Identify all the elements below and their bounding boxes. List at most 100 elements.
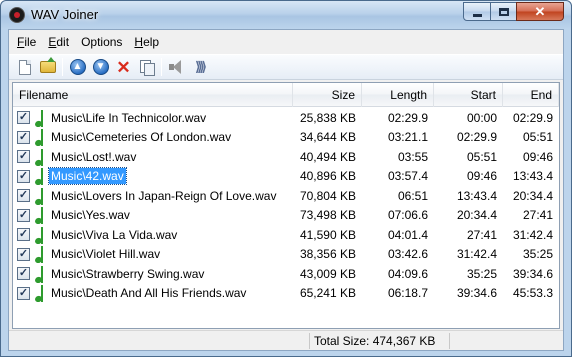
column-header-end[interactable]: End [503, 83, 559, 107]
column-header-start[interactable]: Start [434, 83, 503, 107]
music-note-icon [33, 187, 47, 205]
music-note-icon [33, 226, 47, 244]
delete-icon: ✕ [116, 57, 131, 77]
table-row[interactable]: Music\Death And All His Friends.wav 65,24… [13, 284, 559, 304]
length-cell: 03:42.6 [387, 247, 428, 262]
table-row[interactable]: Music\Yes.wav 73,498 KB 07:06.6 20:34.4 27:4… [13, 206, 559, 226]
row-checkbox[interactable] [17, 228, 30, 242]
music-note-icon [33, 167, 47, 186]
end-cell: 45:53.3 [512, 286, 553, 301]
app-logo-icon[interactable] [9, 7, 25, 23]
join-icon: ⟫⟫ [195, 59, 207, 74]
filename-cell: Music\Death And All His Friends.wav [13, 284, 293, 303]
size-cell: 38,356 KB [299, 247, 356, 262]
filename-cell: Music\Lovers In Japan-Reign Of Love.wav [13, 187, 293, 205]
filename-cell: Music\Viva La Vida.wav [13, 226, 293, 244]
filename-cell: Music\42.wav [13, 167, 293, 186]
row-checkbox[interactable] [17, 267, 30, 281]
music-note-icon [33, 109, 47, 127]
filename-text: Music\Cemeteries Of London.wav [51, 130, 232, 145]
size-cell: 73,498 KB [299, 208, 356, 223]
list-header: Filename Size Length Start End [13, 83, 559, 107]
filename-cell: Music\Violet Hill.wav [13, 245, 293, 264]
status-pane-right [449, 332, 559, 349]
menu-help[interactable]: Help [128, 32, 165, 52]
maximize-button[interactable] [490, 2, 517, 21]
size-cell: 41,590 KB [299, 227, 356, 242]
filename-text: Music\Strawberry Swing.wav [51, 266, 205, 281]
start-cell: 20:34.4 [456, 208, 497, 223]
start-cell: 31:42.4 [456, 247, 497, 262]
row-checkbox[interactable] [17, 286, 30, 300]
column-header-filename[interactable]: Filename [13, 83, 293, 107]
end-cell: 27:41 [522, 208, 553, 223]
table-row[interactable]: Music\Violet Hill.wav 38,356 KB 03:42.6 31:… [13, 245, 559, 265]
window-title: WAV Joiner [31, 7, 99, 22]
menu-file-label: ile [24, 35, 37, 49]
client-area: File Edit Options Help ▲ ▼ ✕ ⟫⟫ Filename… [8, 29, 564, 351]
end-cell: 35:25 [522, 247, 553, 262]
new-button[interactable] [13, 56, 36, 78]
start-cell: 09:46 [466, 169, 497, 184]
menu-file[interactable]: File [11, 32, 42, 52]
row-checkbox[interactable] [17, 247, 30, 261]
column-header-size[interactable]: Size [293, 83, 362, 107]
table-row[interactable]: Music\Cemeteries Of London.wav 34,644 KB 0… [13, 128, 559, 148]
table-row[interactable]: Music\42.wav 40,896 KB 03:57.4 09:46 13:43.4 [13, 167, 559, 187]
start-cell: 13:43.4 [456, 188, 497, 203]
column-header-length[interactable]: Length [362, 83, 434, 107]
delete-button[interactable]: ✕ [112, 56, 135, 78]
size-cell: 40,896 KB [299, 169, 356, 184]
total-size-status: Total Size: 474,367 KB [309, 332, 449, 349]
size-cell: 40,494 KB [299, 149, 356, 164]
menu-help-label: elp [143, 35, 160, 49]
size-cell: 34,644 KB [299, 130, 356, 145]
row-checkbox[interactable] [17, 111, 30, 125]
length-cell: 07:06.6 [387, 208, 428, 223]
title-bar[interactable]: WAV Joiner ✕ [1, 1, 571, 29]
close-button[interactable]: ✕ [516, 2, 564, 21]
row-checkbox[interactable] [17, 189, 30, 203]
filename-text: Music\Lost!.wav [51, 149, 137, 164]
copy-button[interactable] [135, 56, 158, 78]
move-up-icon: ▲ [69, 59, 86, 75]
toolbar-separator [62, 58, 63, 76]
new-file-icon [18, 59, 31, 75]
row-checkbox[interactable] [17, 150, 30, 164]
file-list[interactable]: Filename Size Length Start End Music\Lif… [12, 82, 560, 329]
table-row[interactable]: Music\Viva La Vida.wav 41,590 KB 04:01.4 27… [13, 225, 559, 245]
join-button[interactable]: ⟫⟫ [188, 56, 211, 78]
table-row[interactable]: Music\Life In Technicolor.wav 25,838 KB 02… [13, 108, 559, 128]
move-down-button[interactable]: ▼ [89, 56, 112, 78]
row-checkbox[interactable] [17, 208, 30, 222]
copy-icon [139, 60, 155, 76]
length-cell: 03:21.1 [387, 130, 428, 145]
length-cell: 06:51 [397, 188, 428, 203]
table-row[interactable]: Music\Strawberry Swing.wav 43,009 KB 04:09… [13, 264, 559, 284]
filename-cell: Music\Yes.wav [13, 206, 293, 225]
table-row[interactable]: Music\Lovers In Japan-Reign Of Love.wav 7… [13, 186, 559, 206]
menu-bar: File Edit Options Help [9, 30, 563, 54]
end-cell: 05:51 [522, 130, 553, 145]
length-cell: 04:01.4 [387, 227, 428, 242]
status-bar: Total Size: 474,367 KB [9, 330, 563, 350]
music-note-icon [33, 265, 47, 283]
open-folder-icon [39, 57, 56, 73]
minimize-button[interactable] [463, 2, 491, 21]
size-cell: 70,804 KB [299, 188, 356, 203]
start-cell: 35:25 [466, 266, 497, 281]
row-checkbox[interactable] [17, 130, 30, 144]
menu-help-accel: H [134, 35, 144, 49]
menu-edit[interactable]: Edit [42, 32, 75, 52]
open-button[interactable] [36, 56, 59, 78]
move-up-button[interactable]: ▲ [66, 56, 89, 78]
menu-options[interactable]: Options [75, 32, 128, 52]
row-checkbox[interactable] [17, 169, 30, 183]
end-cell: 13:43.4 [512, 169, 553, 184]
filename-text: Music\42.wav [48, 167, 127, 186]
music-note-icon [33, 128, 47, 147]
play-button[interactable] [165, 56, 188, 78]
size-cell: 25,838 KB [299, 110, 356, 125]
table-row[interactable]: Music\Lost!.wav 40,494 KB 03:55 05:51 09:46 [13, 147, 559, 167]
filename-cell: Music\Life In Technicolor.wav [13, 109, 293, 127]
